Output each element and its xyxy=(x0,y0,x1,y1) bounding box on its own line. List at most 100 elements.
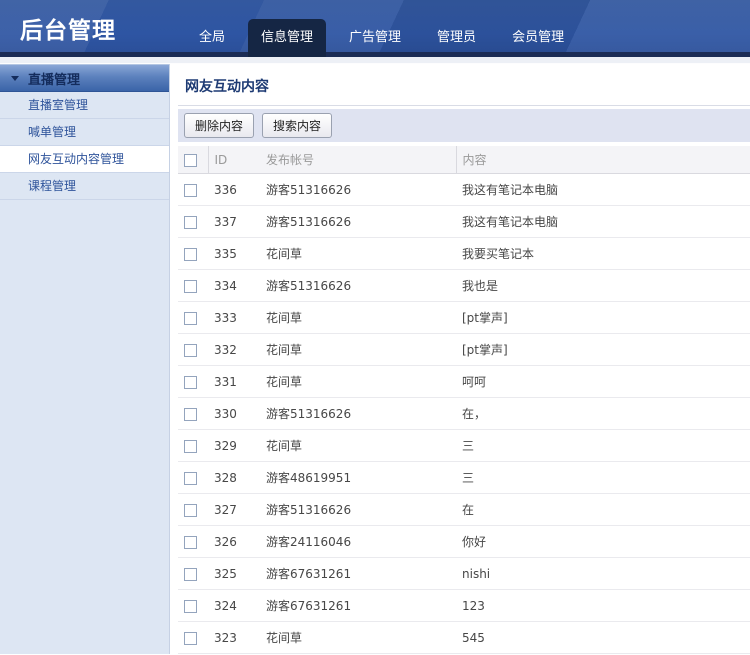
row-id: 329 xyxy=(208,430,260,462)
table-row: 327 游客51316626 在 xyxy=(178,494,750,526)
table-row: 329 花间草 三 xyxy=(178,430,750,462)
nav-tab-label: 全局 xyxy=(199,30,225,45)
row-id: 331 xyxy=(208,366,260,398)
nav-tabs: 全局 信息管理 广告管理 管理员 会员管理 xyxy=(186,19,577,57)
row-content: [pt掌声] xyxy=(456,302,750,334)
select-all-checkbox[interactable] xyxy=(184,154,197,167)
table-row: 322 花间草 家伙 xyxy=(178,654,750,655)
table-row: 336 游客51316626 我这有笔记本电脑 xyxy=(178,174,750,206)
row-id: 325 xyxy=(208,558,260,590)
nav-tab-label: 广告管理 xyxy=(349,30,401,45)
row-content: 在 xyxy=(456,494,750,526)
nav-tab-label: 信息管理 xyxy=(261,30,313,45)
nav-tab[interactable]: 广告管理 xyxy=(336,19,414,52)
row-checkbox[interactable] xyxy=(184,600,197,613)
sidebar-item[interactable]: 课程管理 xyxy=(0,173,169,200)
row-checkbox[interactable] xyxy=(184,504,197,517)
row-content: 我这有笔记本电脑 xyxy=(456,206,750,238)
row-content: 我也是 xyxy=(456,270,750,302)
app-title: 后台管理 xyxy=(20,11,116,45)
table-row: 333 花间草 [pt掌声] xyxy=(178,302,750,334)
sidebar-item-label: 喊单管理 xyxy=(28,125,76,139)
row-account: 游客48619951 xyxy=(260,462,456,494)
row-checkbox[interactable] xyxy=(184,440,197,453)
row-content: 我这有笔记本电脑 xyxy=(456,174,750,206)
row-account: 游客51316626 xyxy=(260,398,456,430)
sidebar-group-live-management[interactable]: 直播管理 xyxy=(0,64,169,92)
row-checkbox[interactable] xyxy=(184,280,197,293)
top-header: 后台管理 全局 信息管理 广告管理 管理员 会员管理 xyxy=(0,0,750,57)
table-row: 331 花间草 呵呵 xyxy=(178,366,750,398)
row-id: 334 xyxy=(208,270,260,302)
sidebar-group-label: 直播管理 xyxy=(28,69,80,88)
delete-content-button[interactable]: 删除内容 xyxy=(184,113,254,138)
main-content: 网友互动内容 删除内容 搜索内容 ID 发布帐号 内容 336 游客513166… xyxy=(170,64,750,654)
sidebar: 直播管理 直播室管理 喊单管理 网友互动内容管理 课程管理 xyxy=(0,64,170,654)
row-checkbox[interactable] xyxy=(184,376,197,389)
row-account: 游客51316626 xyxy=(260,494,456,526)
toolbar: 删除内容 搜索内容 xyxy=(178,109,750,142)
row-account: 游客51316626 xyxy=(260,270,456,302)
nav-tab[interactable]: 全局 xyxy=(186,19,238,52)
row-checkbox[interactable] xyxy=(184,472,197,485)
row-checkbox[interactable] xyxy=(184,344,197,357)
content-table: ID 发布帐号 内容 336 游客51316626 我这有笔记本电脑 337 游… xyxy=(178,146,750,654)
row-checkbox[interactable] xyxy=(184,408,197,421)
column-header-account: 发布帐号 xyxy=(260,146,456,174)
column-header-content: 内容 xyxy=(456,146,750,174)
row-checkbox[interactable] xyxy=(184,312,197,325)
row-content: 三 xyxy=(456,430,750,462)
row-id: 324 xyxy=(208,590,260,622)
row-checkbox[interactable] xyxy=(184,632,197,645)
table-row: 335 花间草 我要买笔记本 xyxy=(178,238,750,270)
row-checkbox[interactable] xyxy=(184,568,197,581)
table-row: 330 游客51316626 在， xyxy=(178,398,750,430)
table-row: 326 游客24116046 你好 xyxy=(178,526,750,558)
row-id: 328 xyxy=(208,462,260,494)
search-content-button[interactable]: 搜索内容 xyxy=(262,113,332,138)
row-content: [pt掌声] xyxy=(456,334,750,366)
row-account: 花间草 xyxy=(260,654,456,655)
nav-tab-label: 管理员 xyxy=(437,30,476,45)
nav-tab[interactable]: 信息管理 xyxy=(248,19,326,57)
row-checkbox[interactable] xyxy=(184,216,197,229)
row-account: 游客51316626 xyxy=(260,174,456,206)
row-id: 332 xyxy=(208,334,260,366)
row-id: 322 xyxy=(208,654,260,655)
sidebar-item-label: 网友互动内容管理 xyxy=(28,152,124,166)
row-checkbox[interactable] xyxy=(184,536,197,549)
table-row: 337 游客51316626 我这有笔记本电脑 xyxy=(178,206,750,238)
row-content: 你好 xyxy=(456,526,750,558)
nav-tab[interactable]: 管理员 xyxy=(424,19,489,52)
row-content: 呵呵 xyxy=(456,366,750,398)
table-row: 332 花间草 [pt掌声] xyxy=(178,334,750,366)
page-body: 直播管理 直播室管理 喊单管理 网友互动内容管理 课程管理 网友互动内容 删除内… xyxy=(0,64,750,654)
row-checkbox[interactable] xyxy=(184,248,197,261)
row-account: 游客24116046 xyxy=(260,526,456,558)
row-id: 337 xyxy=(208,206,260,238)
nav-tab-label: 会员管理 xyxy=(512,30,564,45)
triangle-down-icon xyxy=(11,76,19,81)
sidebar-item-label: 课程管理 xyxy=(28,179,76,193)
row-account: 花间草 xyxy=(260,302,456,334)
row-id: 333 xyxy=(208,302,260,334)
row-content: nishi xyxy=(456,558,750,590)
row-account: 花间草 xyxy=(260,622,456,654)
row-id: 335 xyxy=(208,238,260,270)
sidebar-item[interactable]: 喊单管理 xyxy=(0,119,169,146)
table-row: 324 游客67631261 123 xyxy=(178,590,750,622)
row-account: 游客67631261 xyxy=(260,590,456,622)
column-header-id: ID xyxy=(208,146,260,174)
table-row: 325 游客67631261 nishi xyxy=(178,558,750,590)
row-content: 在， xyxy=(456,398,750,430)
sidebar-items: 直播室管理 喊单管理 网友互动内容管理 课程管理 xyxy=(0,92,169,200)
table-row: 328 游客48619951 三 xyxy=(178,462,750,494)
nav-tab[interactable]: 会员管理 xyxy=(499,19,577,52)
sidebar-item[interactable]: 网友互动内容管理 xyxy=(0,146,169,173)
page-title: 网友互动内容 xyxy=(178,64,750,106)
row-checkbox[interactable] xyxy=(184,184,197,197)
row-content: 123 xyxy=(456,590,750,622)
row-account: 花间草 xyxy=(260,366,456,398)
row-id: 326 xyxy=(208,526,260,558)
sidebar-item[interactable]: 直播室管理 xyxy=(0,92,169,119)
